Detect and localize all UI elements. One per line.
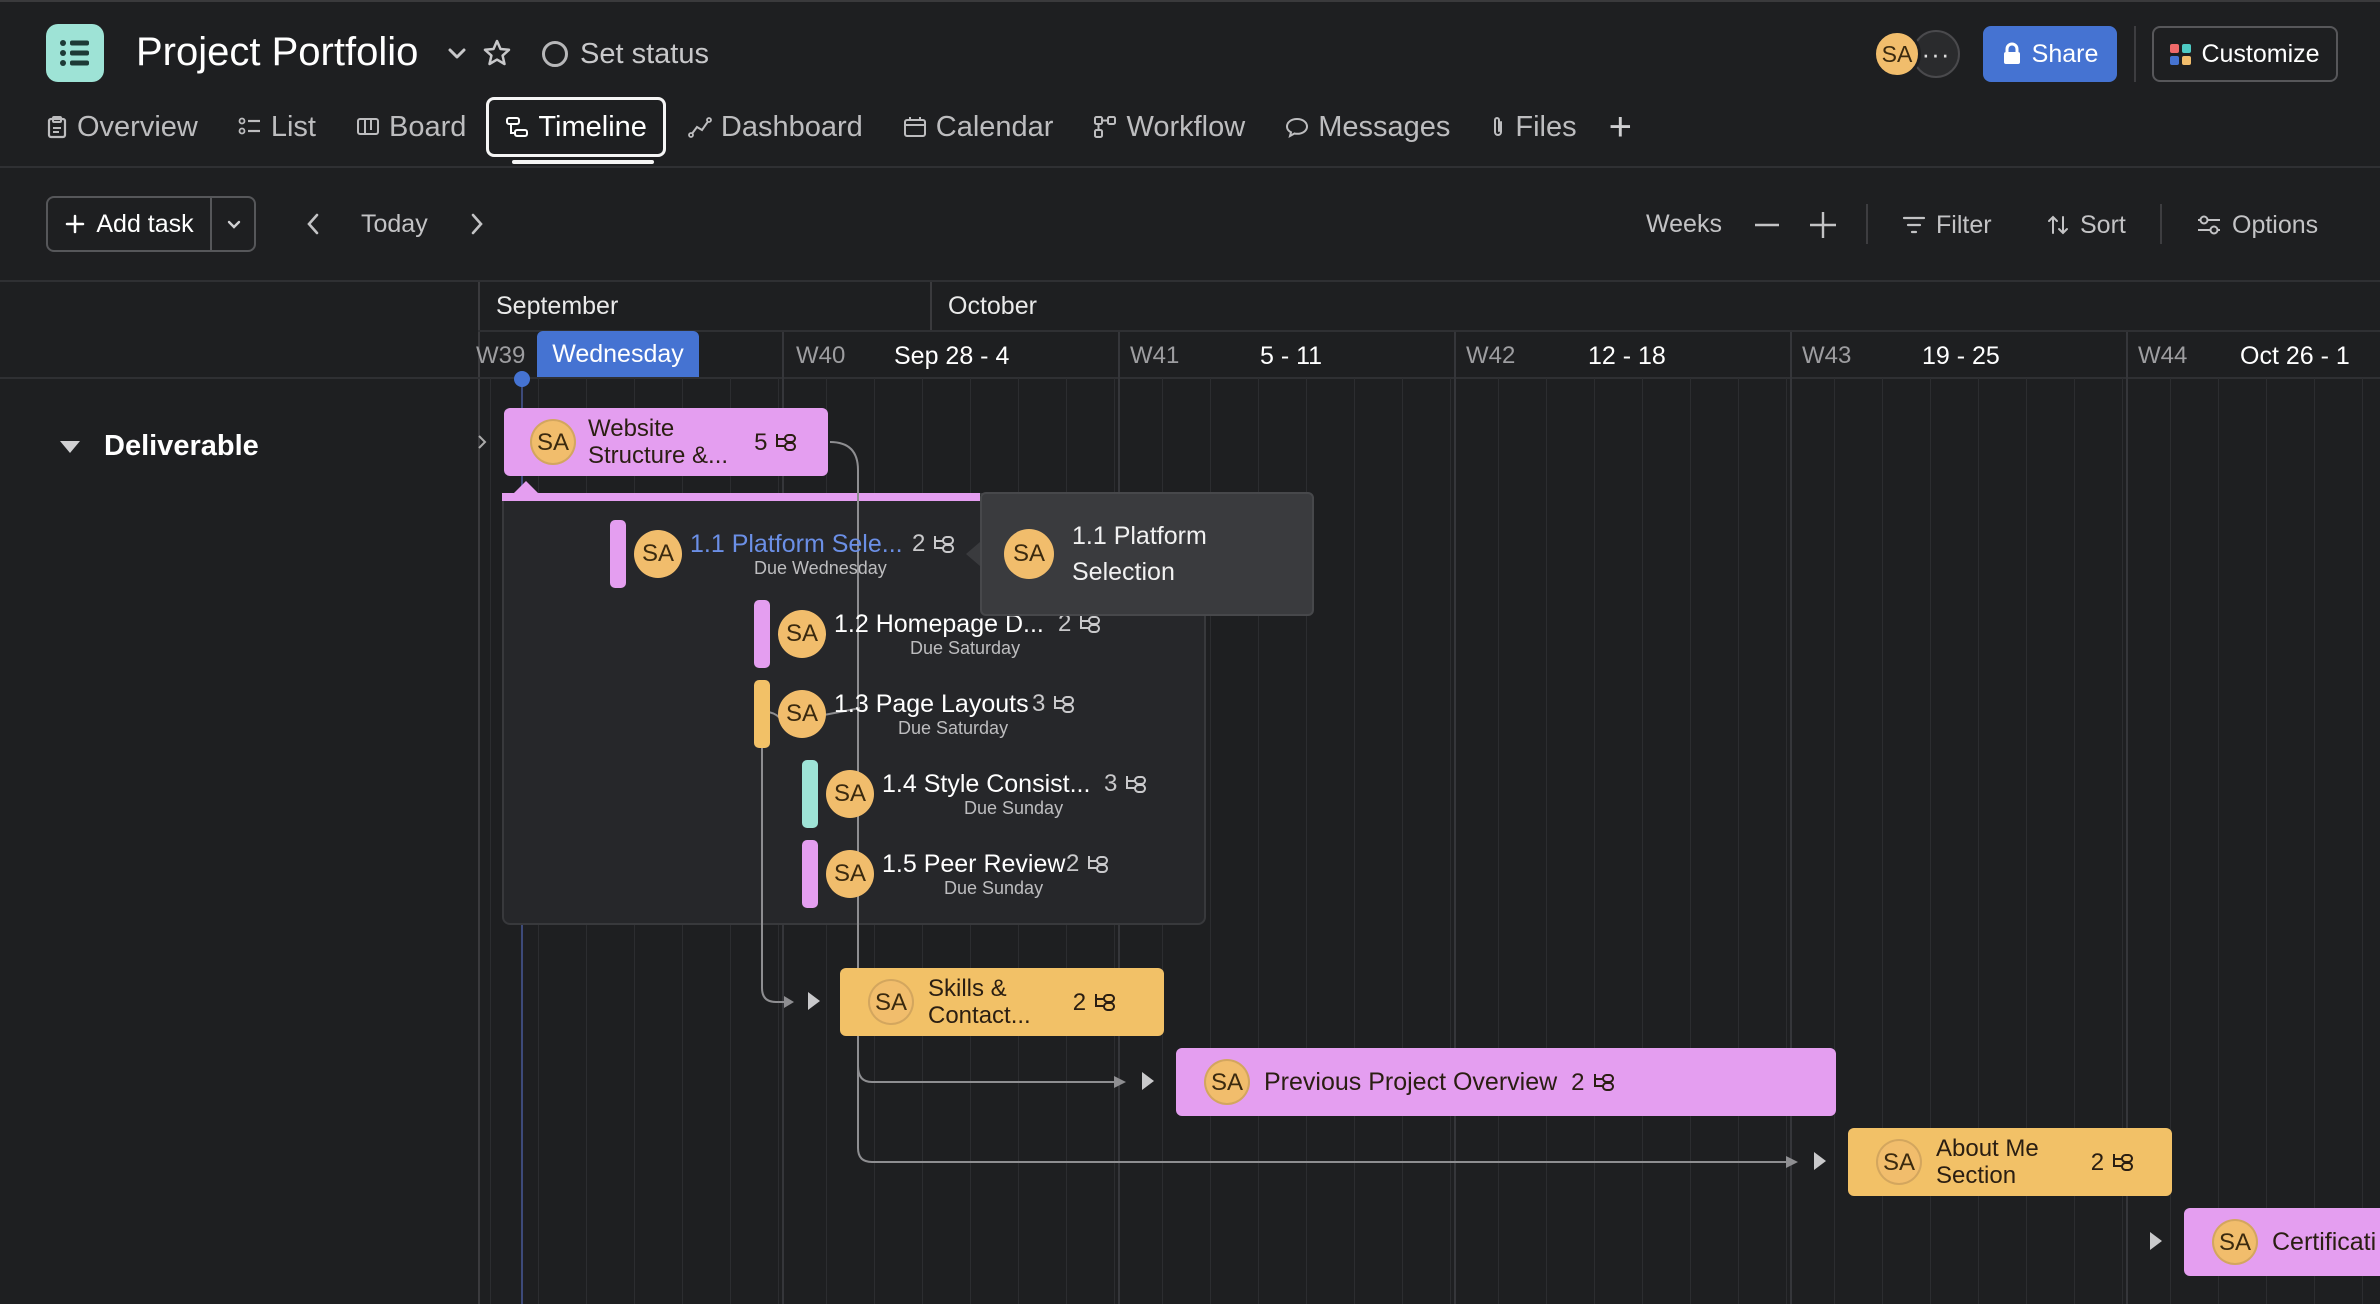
subtask-count: 5 (754, 429, 799, 456)
task-bar-skills-contact[interactable]: SA Skills & Contact... 2 (840, 968, 1164, 1036)
task-title: Previous Project Overview (1264, 1067, 1558, 1096)
subtask-count-value: 2 (2090, 1148, 2105, 1176)
task-title: Skills & Contact... (928, 975, 1031, 1029)
tooltip-line: 1.1 Platform (1072, 522, 1207, 550)
task-title: Certificati (2272, 1227, 2377, 1256)
tooltip-arrow (966, 542, 980, 566)
subtask-count-value: 2 (912, 530, 926, 557)
subtask-count: 2 (1073, 989, 1118, 1016)
subtask-count-value: 5 (754, 428, 768, 456)
task-title-line: Section (1936, 1162, 2017, 1189)
subtask-bar[interactable] (802, 840, 818, 908)
member-avatar[interactable]: SA (1873, 30, 1921, 78)
subtask-count: 2 (2091, 1149, 2136, 1176)
task-title: About Me Section (1936, 1135, 2039, 1189)
subtask-title[interactable]: 1.5 Peer Review (882, 850, 1065, 879)
task-title: Website Structure &... (588, 415, 728, 469)
subtask-due: Due Wednesday (754, 558, 887, 578)
subtask-count: 2 (1571, 1069, 1616, 1096)
subtask-icon (934, 536, 955, 553)
subtask-title[interactable]: 1.3 Page Layouts (834, 690, 1029, 719)
task-bar-about-me[interactable]: SA About Me Section 2 (1848, 1128, 2172, 1196)
subtask-count-value: 3 (1104, 770, 1118, 797)
assignee-avatar[interactable]: SA (868, 979, 914, 1025)
subtask-count-value: 3 (1032, 690, 1046, 717)
tooltip-line: Selection (1072, 558, 1175, 586)
expand-task-icon[interactable] (808, 992, 820, 1010)
assignee-avatar[interactable]: SA (1204, 1059, 1250, 1105)
subtask-bar[interactable] (754, 600, 770, 668)
task-title-line: Skills & (928, 975, 1007, 1002)
subtask-icon (1080, 616, 1101, 633)
subtask-count-value: 2 (1571, 1068, 1585, 1096)
task-title-line: Structure &... (588, 442, 729, 469)
subtask-count: 2 (1066, 850, 1111, 878)
subtask-bar[interactable] (802, 760, 818, 828)
subtask-title[interactable]: 1.1 Platform Sele... (690, 530, 903, 559)
subtask-due: Due Saturday (910, 638, 1021, 658)
subtask-count: 3 (1104, 770, 1149, 798)
task-title-line: Website (588, 415, 675, 442)
task-title-line: About Me (1936, 1135, 2039, 1162)
expand-task-icon[interactable] (1814, 1152, 1826, 1170)
subtask-icon (1095, 994, 1116, 1011)
subtask-title[interactable]: 1.4 Style Consist... (882, 770, 1090, 799)
subtask-count-value: 2 (1066, 850, 1080, 877)
assignee-avatar[interactable]: SA (778, 690, 826, 738)
subtask-due: Due Sunday (944, 878, 1044, 898)
subtask-bar[interactable] (610, 520, 626, 588)
subtask-count: 3 (1032, 690, 1077, 718)
assignee-avatar[interactable]: SA (826, 850, 874, 898)
task-tooltip: SA 1.1 Platform Selection (980, 492, 1314, 616)
tooltip-avatar: SA (1004, 529, 1054, 579)
subtask-count: 2 (912, 530, 957, 558)
expand-task-icon[interactable] (2150, 1232, 2162, 1250)
task-bar-certification[interactable]: SA Certificati (2184, 1208, 2380, 1276)
assignee-avatar[interactable]: SA (530, 419, 576, 465)
tooltip-text: 1.1 Platform Selection (1072, 518, 1207, 590)
subtask-icon (1054, 696, 1075, 713)
subtask-bar[interactable] (754, 680, 770, 748)
subtask-due: Due Sunday (964, 798, 1064, 818)
assignee-avatar[interactable]: SA (634, 530, 682, 578)
subtask-icon (776, 434, 797, 451)
subtask-icon (2113, 1154, 2134, 1171)
expand-task-icon[interactable] (1142, 1072, 1154, 1090)
assignee-avatar[interactable]: SA (826, 770, 874, 818)
assignee-avatar[interactable]: SA (2212, 1219, 2258, 1265)
subtask-icon (1126, 776, 1147, 793)
task-bar-website-structure[interactable]: SA Website Structure &... 5 (504, 408, 828, 476)
subtask-count-value: 2 (1072, 988, 1087, 1016)
subtask-icon (1088, 856, 1109, 873)
assignee-avatar[interactable]: SA (1876, 1139, 1922, 1185)
subtask-due: Due Saturday (898, 718, 1009, 738)
task-bar-previous-project-overview[interactable]: SA Previous Project Overview 2 (1176, 1048, 1836, 1116)
task-title-line: Contact... (928, 1002, 1031, 1029)
assignee-avatar[interactable]: SA (778, 610, 826, 658)
subtask-icon (1593, 1074, 1614, 1091)
